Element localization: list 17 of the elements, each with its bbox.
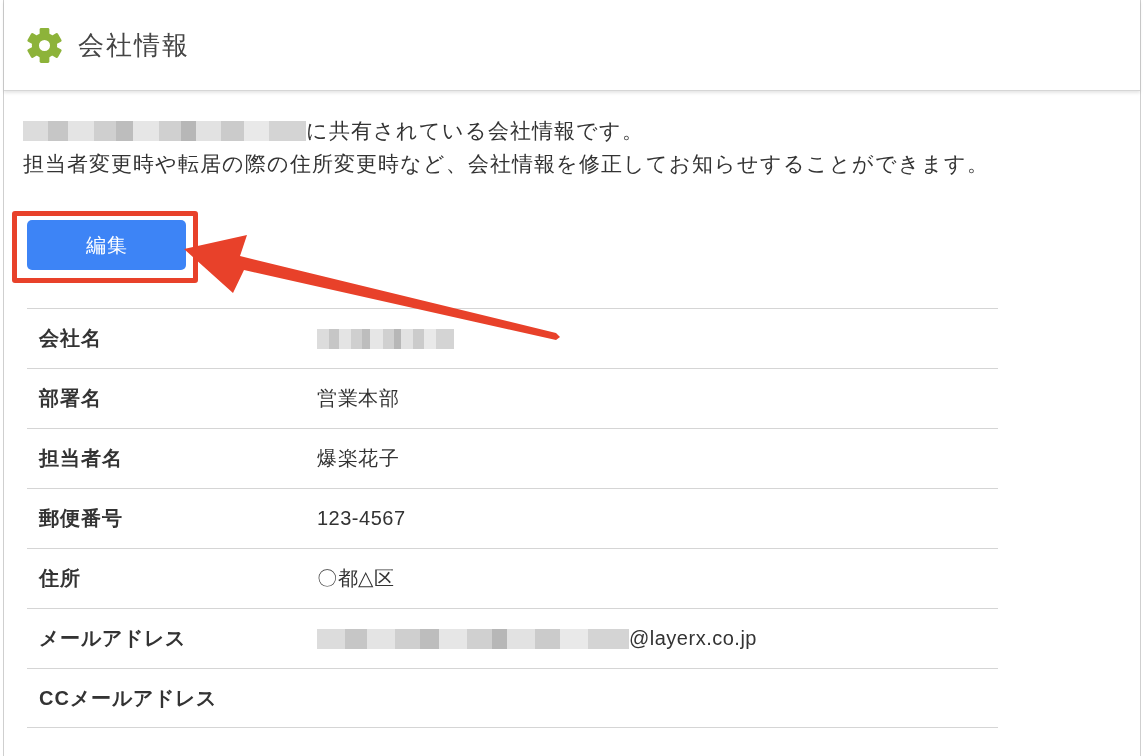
detail-value: @layerx.co.jp: [629, 627, 757, 650]
page-title: 会社情報: [78, 28, 190, 62]
intro-text: に共有されている会社情報です。: [306, 118, 644, 144]
edit-button[interactable]: 編集: [27, 220, 186, 270]
detail-value: 営業本部: [317, 386, 399, 411]
intro-text: 担当者変更時や転居の際の住所変更時など、会社情報を修正してお知らせすることができます。: [23, 151, 989, 177]
detail-label: 会社名: [39, 326, 102, 351]
detail-label: 住所: [39, 566, 81, 591]
detail-value: 〇都△区: [317, 566, 395, 591]
detail-label: メールアドレス: [39, 626, 186, 651]
gear-icon: [27, 27, 62, 63]
detail-label: 担当者名: [39, 446, 123, 471]
detail-label: CCメールアドレス: [39, 685, 217, 711]
detail-label: 郵便番号: [39, 506, 123, 531]
detail-value: 爆楽花子: [317, 446, 399, 471]
detail-value: 123-4567: [317, 507, 406, 530]
detail-label: 部署名: [39, 386, 102, 411]
